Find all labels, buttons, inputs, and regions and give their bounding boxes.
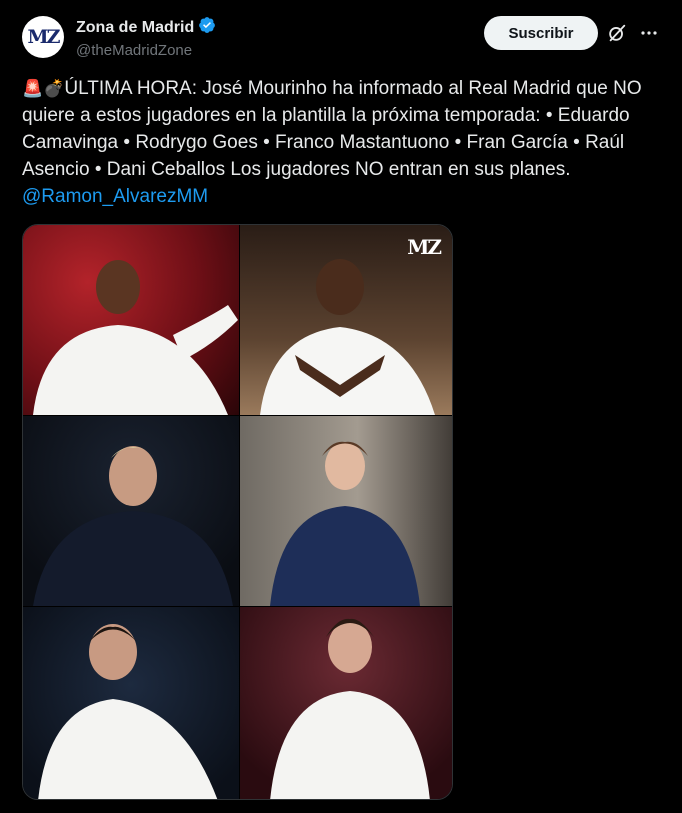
tweet-body: ÚLTIMA HORA: José Mourinho ha informado … xyxy=(22,78,642,180)
verified-badge-icon xyxy=(198,16,216,39)
avatar-logo-text: MZ xyxy=(27,26,61,48)
siren-bomb-emoji: 🚨💣 xyxy=(22,79,65,98)
player-photo-3[interactable] xyxy=(23,416,239,606)
player-photo-6[interactable] xyxy=(240,607,452,799)
media-grid[interactable]: MZ xyxy=(22,224,453,800)
avatar[interactable]: MZ xyxy=(22,16,64,58)
author-display-name[interactable]: Zona de Madrid xyxy=(76,19,194,37)
player-photo-5[interactable] xyxy=(23,607,239,799)
author-handle[interactable]: @theMadridZone xyxy=(76,42,216,59)
follow-button[interactable]: Suscribir xyxy=(484,16,598,50)
player-photo-4[interactable] xyxy=(240,416,452,606)
tweet-text: 🚨💣ÚLTIMA HORA: José Mourinho ha informad… xyxy=(22,75,662,210)
grok-icon[interactable] xyxy=(606,22,628,44)
player-photo-1[interactable] xyxy=(23,225,239,415)
author-block: Zona de Madrid @theMadridZone xyxy=(76,16,216,59)
more-options-icon[interactable] xyxy=(638,22,660,44)
mention-link[interactable]: @Ramon_AlvarezMM xyxy=(22,186,208,207)
watermark-logo: MZ xyxy=(407,235,442,259)
player-photo-2[interactable]: MZ xyxy=(240,225,452,415)
